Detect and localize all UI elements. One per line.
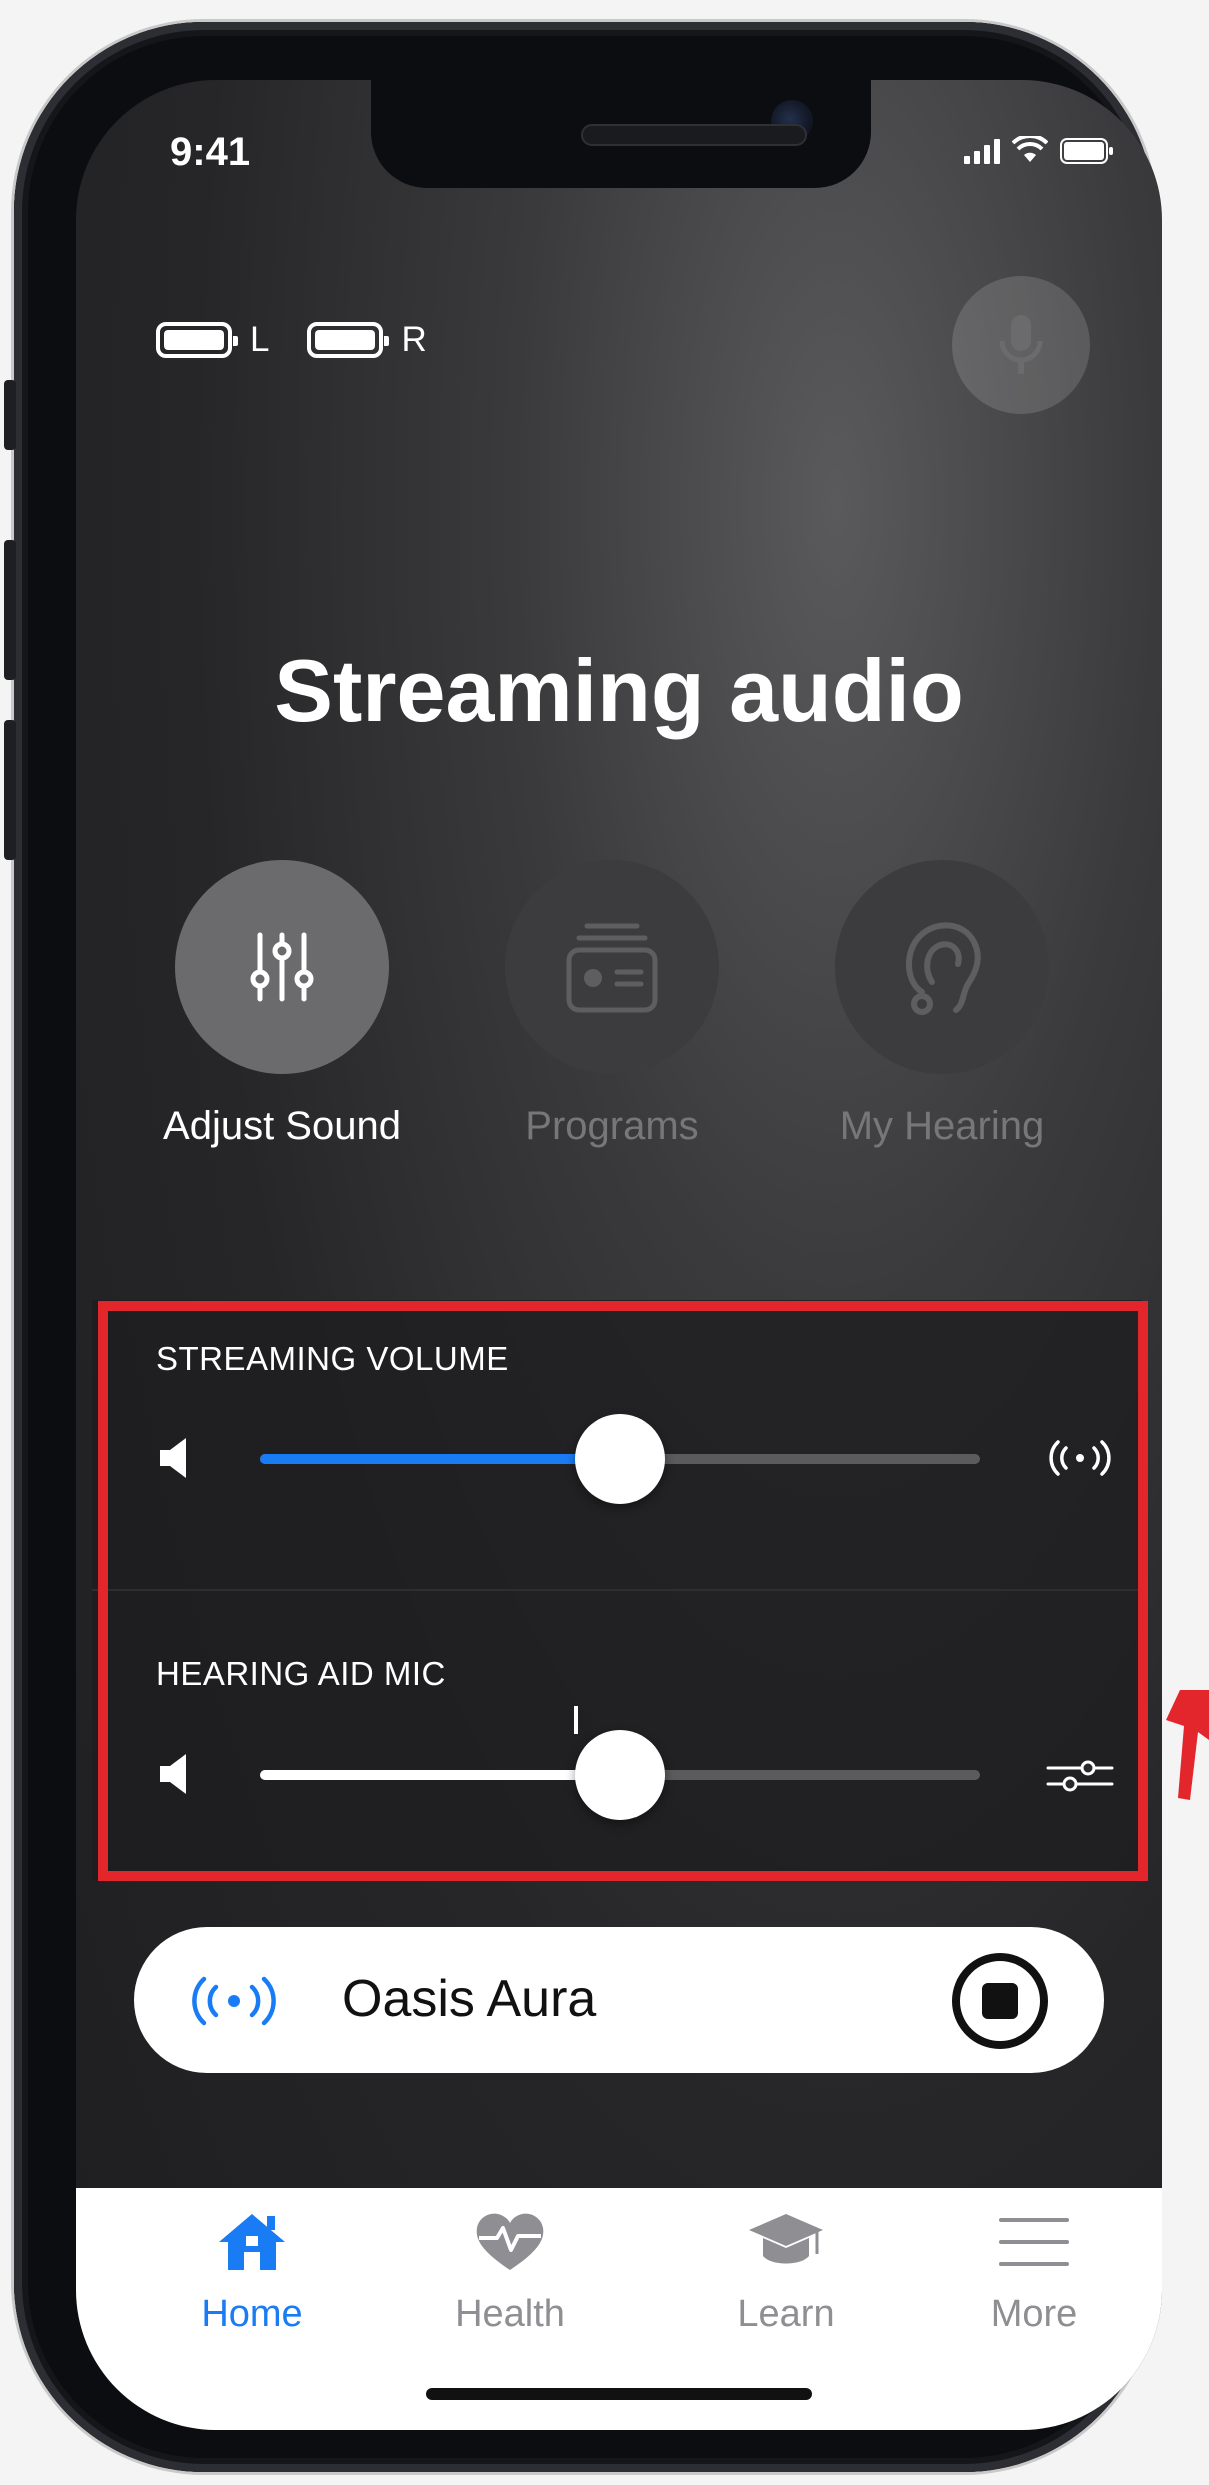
battery-left-icon (156, 322, 238, 358)
status-time: 9:41 (170, 130, 251, 174)
my-hearing-circle (835, 860, 1049, 1074)
programs-label: Programs (525, 1104, 699, 1148)
tab-more-label: More (990, 2293, 1078, 2335)
page-title: Streaming audio (274, 641, 964, 740)
tab-more[interactable]: More (934, 2210, 1134, 2336)
tab-health[interactable]: Health (410, 2210, 610, 2336)
microphone-button[interactable] (952, 276, 1090, 414)
tab-learn-label: Learn (737, 2293, 835, 2335)
phone-side-button (4, 380, 16, 450)
battery-right-icon (307, 322, 390, 358)
my-hearing-label: My Hearing (839, 1104, 1045, 1148)
stream-source-bar[interactable]: Oasis Aura (134, 1927, 1104, 2073)
stop-icon (982, 1983, 1018, 2019)
wifi-icon (1012, 136, 1048, 162)
highlight-box (98, 1301, 1148, 1881)
microphone-icon (999, 315, 1043, 374)
programs-card-icon (566, 923, 658, 1013)
stage: 9:41 L R Streaming audio Adjust Sound Pr… (0, 0, 1209, 2485)
tab-bar: Home Health Learn More (76, 2188, 1162, 2430)
cellular-signal-icon (964, 138, 1000, 164)
phone-volume-down-button (4, 720, 16, 860)
stop-streaming-button[interactable] (952, 1953, 1048, 2049)
equalizer-sliders-icon (250, 932, 314, 1002)
tab-learn[interactable]: Learn (686, 2210, 886, 2336)
home-icon (219, 2214, 285, 2270)
annotation-arrow (1166, 1690, 1209, 1800)
adjust-sound-label: Adjust Sound (163, 1104, 401, 1148)
hearing-aid-ear-icon (905, 922, 981, 1015)
battery-status-icon (1060, 138, 1113, 164)
adjust-sound-button[interactable]: Adjust Sound (132, 860, 432, 1149)
battery-left-label: L (250, 320, 270, 359)
adjust-sound-circle (175, 860, 389, 1074)
graduation-cap-icon (749, 2214, 823, 2264)
earpiece-speaker (581, 124, 807, 146)
home-indicator (426, 2388, 812, 2400)
stream-source-name: Oasis Aura (342, 1970, 597, 2028)
tab-home[interactable]: Home (152, 2210, 352, 2336)
tab-home-label: Home (201, 2293, 303, 2335)
status-icons (964, 136, 1114, 164)
battery-right-label: R (401, 320, 427, 359)
programs-button[interactable]: Programs (462, 860, 762, 1149)
tab-health-label: Health (455, 2293, 565, 2335)
app-screen: 9:41 L R Streaming audio Adjust Sound Pr… (76, 80, 1162, 2430)
programs-circle (505, 860, 719, 1074)
phone-volume-up-button (4, 540, 16, 680)
my-hearing-button[interactable]: My Hearing (792, 860, 1092, 1149)
broadcast-icon (192, 1976, 276, 2026)
heart-pulse-icon (476, 2213, 544, 2270)
menu-icon (999, 2218, 1069, 2266)
hearing-aid-batteries: L R (156, 320, 427, 360)
